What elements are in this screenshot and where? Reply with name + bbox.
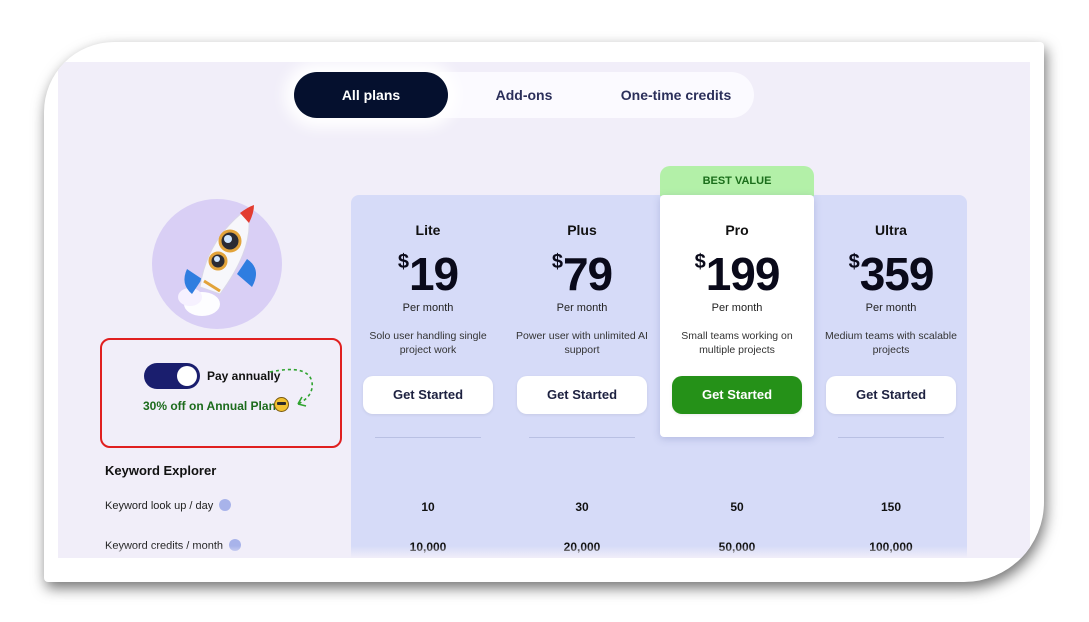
- annual-discount-text: 30% off on Annual Plan: [143, 399, 276, 413]
- divider: [529, 437, 635, 438]
- plan-price: $19: [351, 247, 505, 301]
- tab-all-plans[interactable]: All plans: [294, 72, 448, 118]
- plan-card-plus: Plus $79 Per month Power user with unlim…: [505, 195, 659, 558]
- sunglasses-emoji-icon: [274, 397, 289, 412]
- divider: [838, 437, 944, 438]
- plan-card-ultra: Ultra $359 Per month Medium teams with s…: [814, 195, 968, 558]
- plan-name: Ultra: [875, 222, 907, 238]
- feature-section-title: Keyword Explorer: [105, 463, 217, 478]
- bottom-fade: [58, 546, 1030, 558]
- plan-description: Solo user handling single project work: [369, 330, 487, 356]
- plan-description: Power user with unlimited AI support: [516, 330, 648, 356]
- plan-description: Medium teams with scalable projects: [825, 330, 957, 356]
- keyword-lookup-value: 50: [730, 500, 744, 514]
- keyword-lookup-value: 150: [880, 500, 902, 514]
- plan-price: $199: [660, 247, 814, 301]
- plan-period: Per month: [711, 302, 763, 314]
- plan-card-lite: Lite $19 Per month Solo user handling si…: [351, 195, 505, 558]
- currency-symbol: $: [848, 251, 860, 273]
- get-started-button-pro[interactable]: Get Started: [672, 376, 802, 414]
- plan-name: Plus: [567, 222, 597, 238]
- plan-description: Small teams working on multiple projects: [681, 330, 793, 356]
- price-amount: 79: [562, 248, 613, 300]
- plan-name: Lite: [415, 222, 441, 238]
- plan-name: Pro: [725, 222, 749, 238]
- plan-period: Per month: [865, 302, 917, 314]
- keyword-lookup-value: 30: [575, 500, 589, 514]
- keyword-lookup-value: 10: [421, 500, 435, 514]
- plan-price: $359: [814, 247, 968, 301]
- tab-one-time-credits[interactable]: One-time credits: [600, 72, 752, 118]
- divider: [375, 437, 481, 438]
- screenshot-frame: All plans Add-ons One-time credits Pay a…: [44, 42, 1044, 582]
- currency-symbol: $: [551, 251, 563, 273]
- plan-card-pro: Pro $199 Per month Small teams working o…: [660, 195, 814, 437]
- feature-label-text: Keyword look up / day: [105, 500, 214, 512]
- pay-annually-toggle[interactable]: [144, 363, 200, 389]
- rocket-icon: [178, 205, 256, 316]
- feature-row-label: Keyword look up / day: [105, 499, 232, 512]
- tab-add-ons[interactable]: Add-ons: [448, 72, 600, 118]
- plan-period: Per month: [402, 302, 454, 314]
- get-started-button-lite[interactable]: Get Started: [363, 376, 493, 414]
- price-amount: 359: [859, 248, 935, 300]
- price-amount: 19: [408, 248, 459, 300]
- price-amount: 199: [705, 248, 781, 300]
- currency-symbol: $: [397, 251, 409, 273]
- get-started-button-plus[interactable]: Get Started: [517, 376, 647, 414]
- toggle-knob: [177, 366, 197, 386]
- currency-symbol: $: [694, 251, 706, 273]
- get-started-button-ultra[interactable]: Get Started: [826, 376, 956, 414]
- plan-period: Per month: [556, 302, 608, 314]
- plan-values-pro: 50 50,000: [660, 437, 814, 558]
- best-value-badge: BEST VALUE: [660, 166, 814, 196]
- pricing-page: All plans Add-ons One-time credits Pay a…: [58, 62, 1030, 558]
- plan-price: $79: [505, 247, 659, 301]
- info-icon[interactable]: [219, 499, 232, 511]
- plan-tabs: All plans Add-ons One-time credits: [294, 72, 754, 118]
- rocket-illustration: [152, 199, 282, 329]
